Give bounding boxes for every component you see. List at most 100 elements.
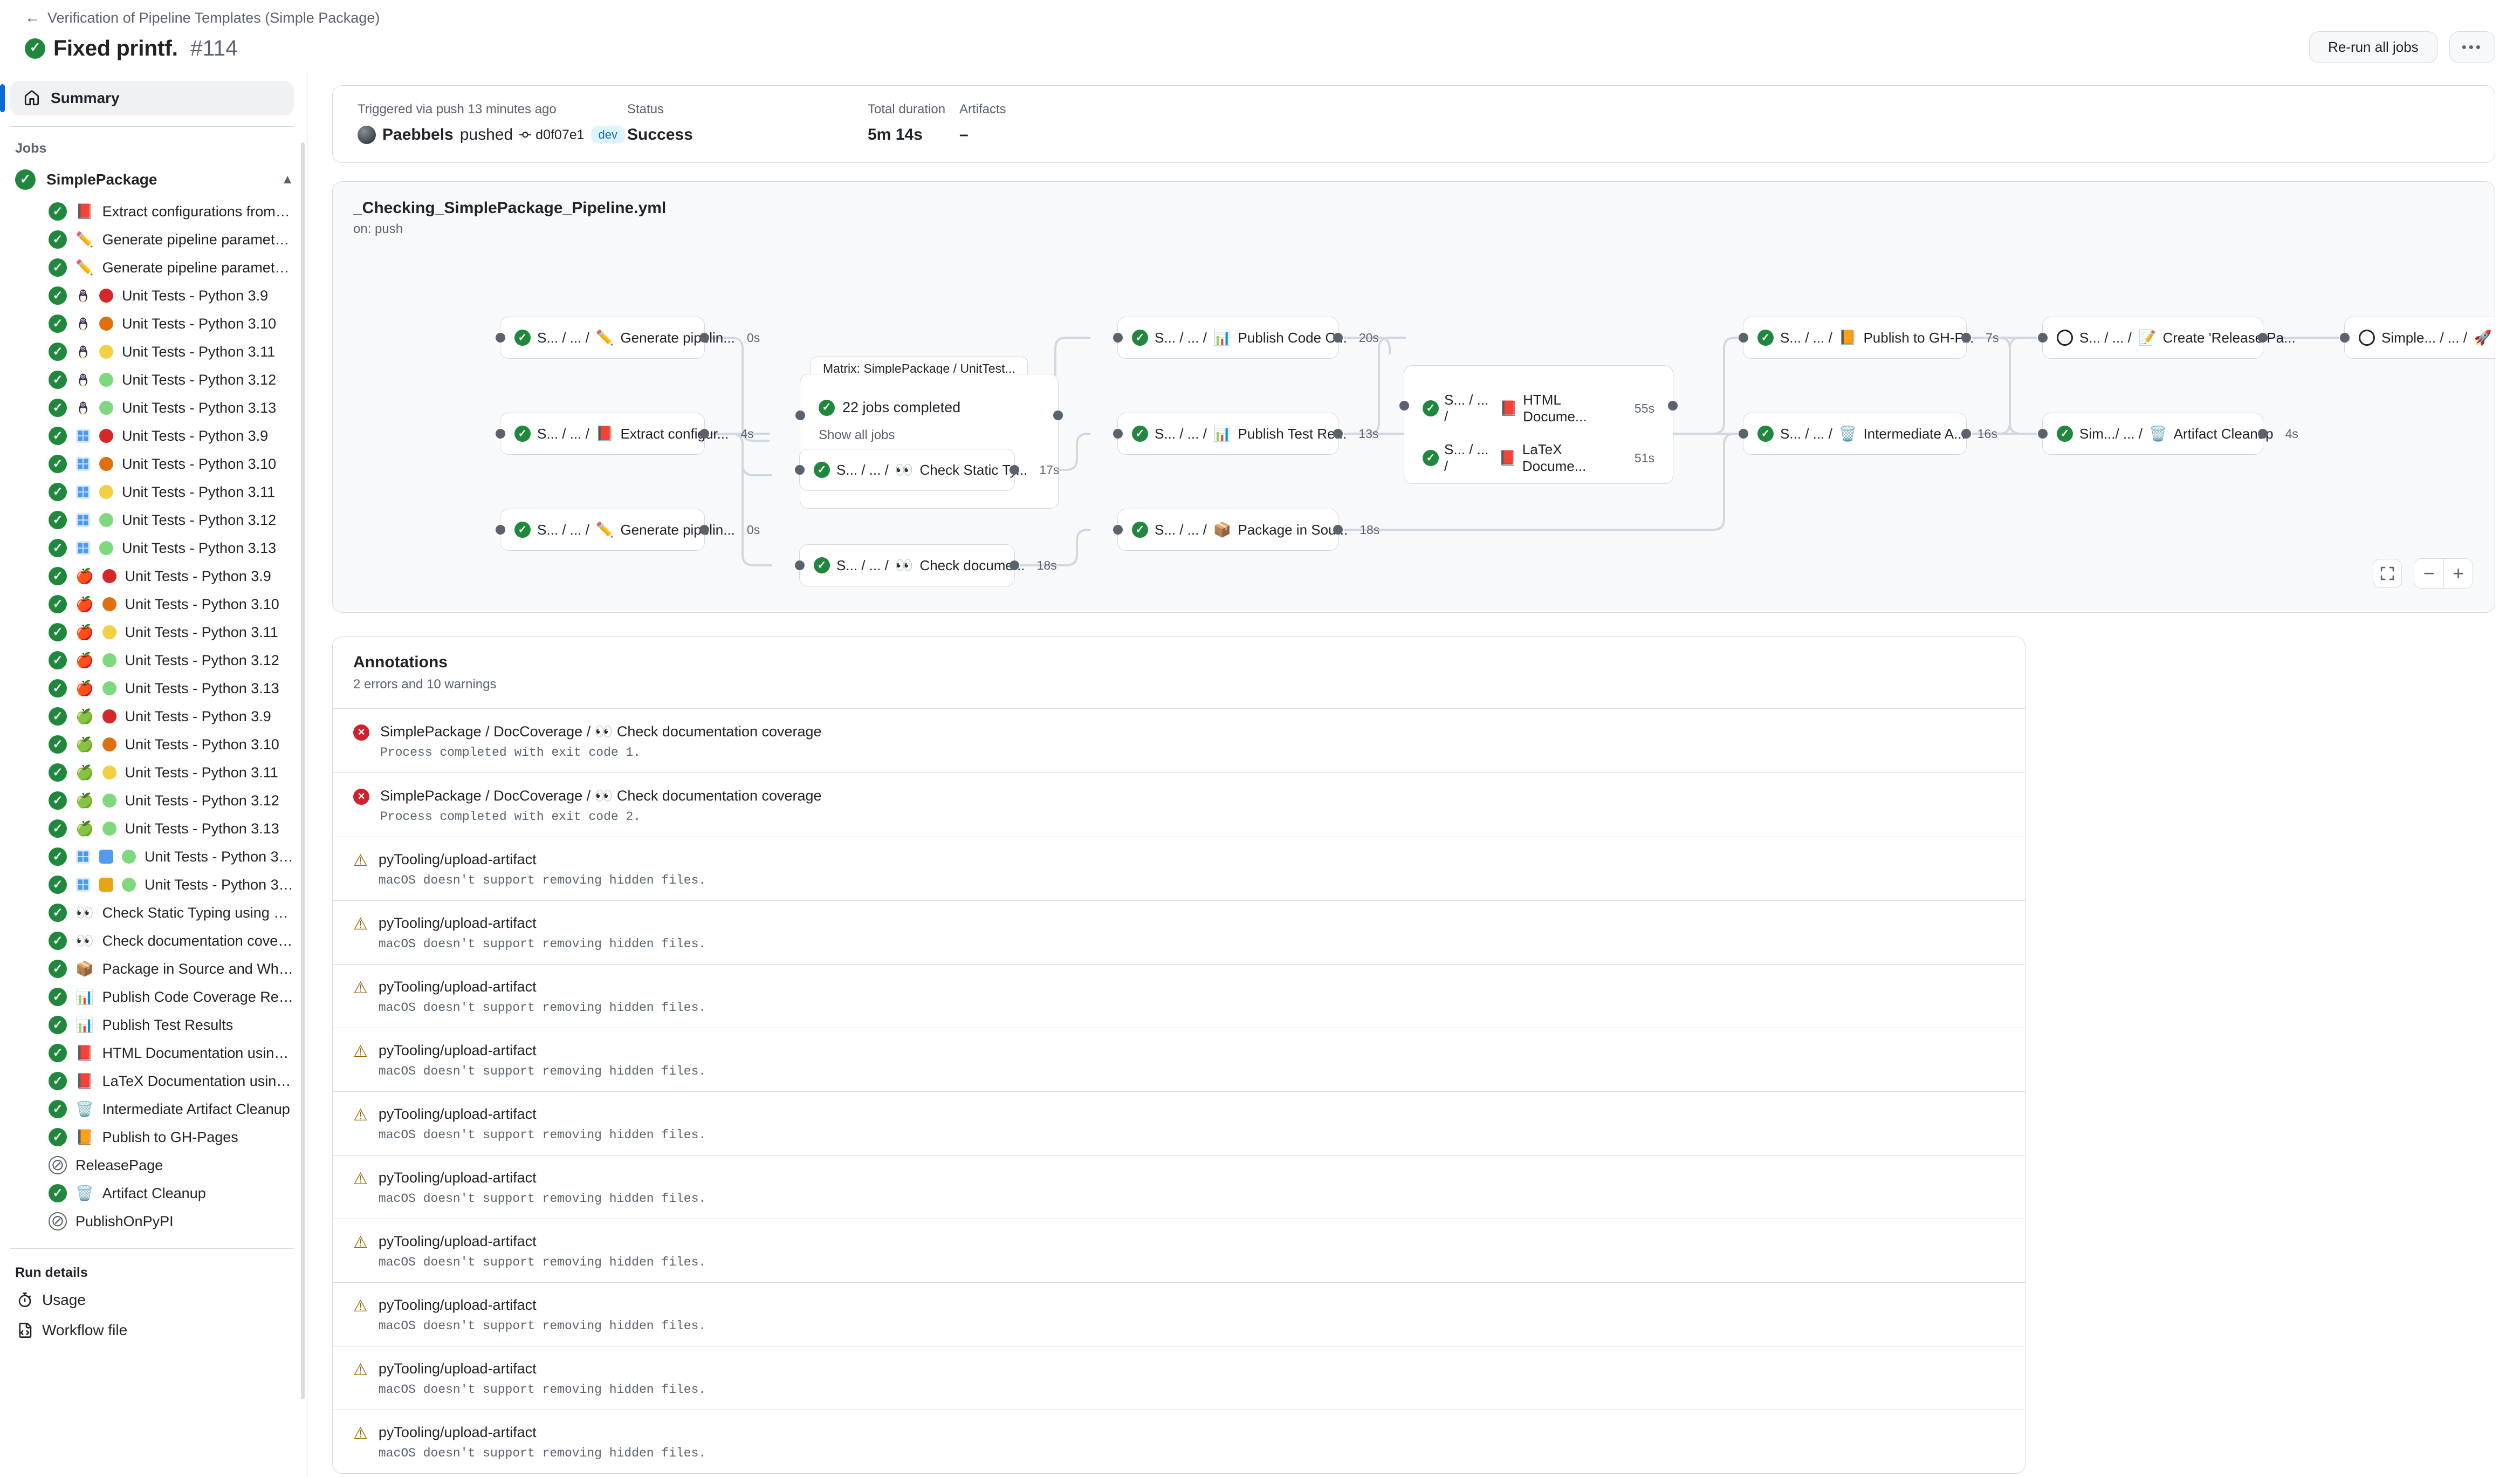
annotation-source[interactable]: pyTooling/upload-artifact — [379, 915, 706, 932]
sidebar-job-item[interactable]: 🍏Unit Tests - Python 3.10 — [10, 730, 307, 758]
annotation-row[interactable]: ⚠pyTooling/upload-artifactmacOS doesn't … — [333, 964, 2025, 1028]
sidebar-job-item[interactable]: Unit Tests - Python 3.11 — [10, 338, 307, 366]
annotation-row[interactable]: ⚠pyTooling/upload-artifactmacOS doesn't … — [333, 900, 2025, 964]
sidebar-job-item[interactable]: 🍎Unit Tests - Python 3.9 — [10, 562, 307, 590]
annotation-row[interactable]: ⚠pyTooling/upload-artifactmacOS doesn't … — [333, 1410, 2025, 1473]
annotation-row[interactable]: ⚠pyTooling/upload-artifactmacOS doesn't … — [333, 1219, 2025, 1282]
annotation-row[interactable]: ⚠pyTooling/upload-artifactmacOS doesn't … — [333, 1155, 2025, 1219]
sidebar-item-usage[interactable]: Usage — [10, 1285, 307, 1315]
zoom-in-button[interactable]: + — [2443, 559, 2473, 588]
annotation-source[interactable]: pyTooling/upload-artifact — [379, 1233, 706, 1250]
graph-node[interactable]: S... / ... /🗑️Intermediate A...16s — [1743, 413, 1967, 455]
sidebar-scrollbar[interactable] — [301, 142, 305, 1399]
node-out-port — [2258, 333, 2268, 343]
sidebar-job-item[interactable]: Unit Tests - Python 3.12 — [10, 366, 307, 394]
sidebar-job-group-simplepackage[interactable]: SimplePackage ▲ — [10, 162, 307, 197]
graph-node[interactable]: S... / ... /👀Check docume...18s — [799, 544, 1015, 586]
sidebar-job-item[interactable]: 🍏Unit Tests - Python 3.12 — [10, 787, 307, 815]
fullscreen-icon[interactable] — [2373, 559, 2402, 588]
breadcrumb[interactable]: ← Verification of Pipeline Templates (Si… — [25, 10, 2520, 26]
sidebar-job-item[interactable]: 📊Publish Code Coverage Results — [10, 983, 307, 1011]
sidebar-item-summary[interactable]: Summary — [10, 81, 294, 115]
annotation-row[interactable]: SimplePackage / DocCoverage / 👀 Check do… — [333, 708, 2025, 772]
breadcrumb-workflow-name[interactable]: Verification of Pipeline Templates (Simp… — [47, 10, 380, 26]
sidebar-job-item[interactable]: PublishOnPyPI — [10, 1207, 307, 1235]
annotation-message: macOS doesn't support removing hidden fi… — [379, 1064, 706, 1078]
annotation-source[interactable]: SimplePackage / DocCoverage / 👀 Check do… — [380, 787, 822, 804]
docs-row-html[interactable]: S... / ... / 📕 HTML Docume... 55s — [1404, 392, 1673, 425]
branch-badge[interactable]: dev — [591, 126, 625, 143]
annotation-source[interactable]: pyTooling/upload-artifact — [379, 1297, 706, 1314]
sidebar-job-item[interactable]: Unit Tests - Python 3.12 — [10, 506, 307, 534]
sidebar-job-item[interactable]: 🍏Unit Tests - Python 3.9 — [10, 702, 307, 730]
arrow-left-icon[interactable]: ← — [25, 10, 40, 26]
annotation-source[interactable]: pyTooling/upload-artifact — [379, 1424, 706, 1441]
annotation-source[interactable]: pyTooling/upload-artifact — [379, 1106, 706, 1123]
annotation-row[interactable]: ⚠pyTooling/upload-artifactmacOS doesn't … — [333, 837, 2025, 900]
annotation-row[interactable]: ⚠pyTooling/upload-artifactmacOS doesn't … — [333, 1346, 2025, 1410]
annotation-source[interactable]: pyTooling/upload-artifact — [379, 1360, 706, 1377]
sidebar-job-item[interactable]: 👀Check Static Typing using Pyt... — [10, 899, 307, 927]
sidebar-job-item[interactable]: Unit Tests - Python 3.9 — [10, 282, 307, 310]
sidebar-job-item[interactable]: Unit Tests - Python 3.11 — [10, 478, 307, 506]
graph-node[interactable]: S... / ... /✏️Generate pipelin...0s — [500, 317, 705, 359]
graph-node[interactable]: S... / ... /✏️Generate pipelin...0s — [500, 509, 705, 551]
job-emoji-icon: 🍎 — [75, 597, 94, 612]
python-version-dot — [102, 653, 116, 667]
annotation-row[interactable]: ⚠pyTooling/upload-artifactmacOS doesn't … — [333, 1028, 2025, 1091]
zoom-out-button[interactable]: − — [2414, 559, 2443, 588]
rerun-all-jobs-button[interactable]: Re-run all jobs — [2309, 31, 2437, 63]
matrix-show-all-jobs-link[interactable]: Show all jobs — [800, 428, 1058, 443]
sidebar-job-item[interactable]: Unit Tests - Python 3.12 — [10, 843, 307, 871]
sidebar-job-item[interactable]: 🗑️Intermediate Artifact Cleanup — [10, 1095, 307, 1123]
annotation-row[interactable]: SimplePackage / DocCoverage / 👀 Check do… — [333, 772, 2025, 837]
graph-node[interactable]: S... / ... /📕Extract configur...4s — [500, 413, 705, 455]
annotation-row[interactable]: ⚠pyTooling/upload-artifactmacOS doesn't … — [333, 1091, 2025, 1155]
sidebar-job-item[interactable]: 🍏Unit Tests - Python 3.11 — [10, 758, 307, 787]
sidebar-job-item[interactable]: ✏️Generate pipeline parameters — [10, 225, 307, 254]
sidebar-job-item[interactable]: 🍎Unit Tests - Python 3.12 — [10, 646, 307, 674]
sidebar-job-item[interactable]: Unit Tests - Python 3.10 — [10, 450, 307, 478]
actor-name[interactable]: Paebbels — [382, 126, 454, 144]
sidebar-job-item[interactable]: 🍎Unit Tests - Python 3.11 — [10, 618, 307, 646]
annotation-source[interactable]: pyTooling/upload-artifact — [379, 851, 706, 868]
docs-row-latex[interactable]: S... / ... / 📕 LaTeX Docume... 51s — [1404, 441, 1673, 475]
sidebar-job-item[interactable]: 📊Publish Test Results — [10, 1011, 307, 1039]
sidebar-job-item[interactable]: 📦Package in Source and Wheel... — [10, 955, 307, 983]
sidebar-job-item[interactable]: 🗑️Artifact Cleanup — [10, 1179, 307, 1207]
chevron-up-icon[interactable]: ▲ — [281, 173, 294, 186]
graph-node[interactable]: Sim.../ ... /🗑️Artifact Cleanup4s — [2042, 413, 2263, 455]
sidebar-job-item[interactable]: 👀Check documentation covera... — [10, 927, 307, 955]
graph-node[interactable]: S... / ... /📦Package in Sou...18s — [1117, 509, 1338, 551]
graph-node[interactable]: S... / ... /📊Publish Test Re...13s — [1117, 413, 1338, 455]
annotation-source[interactable]: pyTooling/upload-artifact — [379, 979, 706, 995]
annotation-source[interactable]: pyTooling/upload-artifact — [379, 1042, 706, 1059]
sidebar-item-workflow-file[interactable]: Workflow file — [10, 1315, 307, 1345]
commit-sha[interactable]: d0f07e1 — [519, 127, 584, 143]
annotation-source[interactable]: pyTooling/upload-artifact — [379, 1170, 706, 1186]
sidebar-job-item[interactable]: 📙Publish to GH-Pages — [10, 1123, 307, 1151]
graph-node[interactable]: S... / ... /📊Publish Code C...20s — [1117, 317, 1338, 359]
sidebar-job-item[interactable]: Unit Tests - Python 3.13 — [10, 394, 307, 422]
sidebar-job-item[interactable]: Unit Tests - Python 3.9 — [10, 422, 307, 450]
docs-group-card[interactable]: S... / ... / 📕 HTML Docume... 55s S... /… — [1404, 365, 1673, 484]
sidebar-job-item[interactable]: Unit Tests - Python 3.12 — [10, 871, 307, 899]
graph-node[interactable]: S... / ... /📝Create 'Release Pa... — [2042, 317, 2263, 359]
sidebar-job-item[interactable]: 🍎Unit Tests - Python 3.13 — [10, 674, 307, 702]
sidebar-job-item[interactable]: 📕Extract configurations from p... — [10, 197, 307, 225]
graph-node[interactable]: Simple... / ... /🚀Publish to PyPI — [2344, 317, 2495, 359]
sidebar-job-item[interactable]: 📕LaTeX Documentation using ... — [10, 1067, 307, 1095]
sidebar-job-item[interactable]: 🍎Unit Tests - Python 3.10 — [10, 590, 307, 618]
annotation-source[interactable]: SimplePackage / DocCoverage / 👀 Check do… — [380, 723, 822, 740]
more-options-button[interactable]: ••• — [2449, 31, 2495, 63]
sidebar-job-item[interactable]: Unit Tests - Python 3.10 — [10, 310, 307, 338]
sidebar-job-item[interactable]: ReleasePage — [10, 1151, 307, 1179]
sidebar-job-item[interactable]: Unit Tests - Python 3.13 — [10, 534, 307, 562]
python-version-dot — [99, 345, 113, 359]
sidebar-job-item[interactable]: 📕HTML Documentation using ... — [10, 1039, 307, 1067]
sidebar-job-item[interactable]: 🍏Unit Tests - Python 3.13 — [10, 815, 307, 843]
graph-node[interactable]: S... / ... /📙Publish to GH-P...7s — [1743, 317, 1967, 359]
sidebar-job-item[interactable]: ✏️Generate pipeline parameters — [10, 254, 307, 282]
annotation-row[interactable]: ⚠pyTooling/upload-artifactmacOS doesn't … — [333, 1282, 2025, 1346]
graph-node[interactable]: S... / ... /👀Check Static Ty...17s — [799, 449, 1015, 491]
